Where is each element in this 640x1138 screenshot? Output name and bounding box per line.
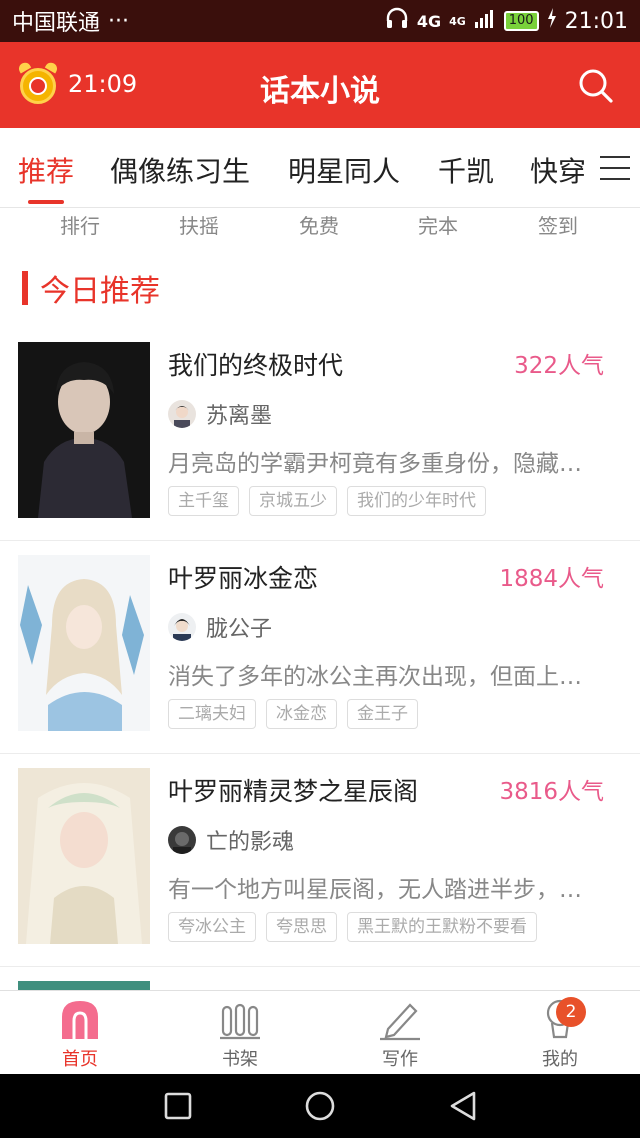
- recent-apps-icon[interactable]: [164, 1092, 192, 1124]
- back-icon[interactable]: [448, 1090, 478, 1126]
- menu-icon[interactable]: [600, 156, 630, 180]
- search-icon[interactable]: [578, 68, 614, 104]
- tab-recommend[interactable]: 推荐: [18, 150, 74, 190]
- nav-bookshelf-label: 书架: [222, 1049, 258, 1070]
- signal-icon: [474, 8, 496, 34]
- bookshelf-icon: [218, 997, 262, 1041]
- author-avatar: [168, 613, 196, 641]
- tab-time-travel[interactable]: 快穿: [530, 150, 586, 190]
- book-tags: 主千玺 京城五少 我们的少年时代: [168, 486, 486, 516]
- nav-home[interactable]: 首页: [40, 997, 120, 1071]
- profile-icon: 2: [538, 997, 586, 1041]
- section-header: 今日推荐: [22, 266, 160, 310]
- app-title: 话本小说: [260, 74, 380, 109]
- author-name: 苏离墨: [206, 404, 273, 429]
- network-label: 4G: [416, 11, 442, 31]
- book-popularity: 1884人气: [499, 566, 604, 592]
- battery-indicator: 100: [503, 11, 539, 31]
- charging-icon: [547, 8, 557, 34]
- author-avatar: [168, 826, 196, 854]
- book-title[interactable]: 我们的终极时代: [168, 346, 343, 382]
- author-avatar: [168, 400, 196, 428]
- app-header: 21:09 话本小说: [0, 42, 640, 128]
- carrier-label: 中国联通: [12, 11, 101, 36]
- book-popularity: 3816人气: [499, 779, 604, 805]
- book-tag[interactable]: 京城五少: [249, 486, 337, 516]
- book-author[interactable]: 苏离墨: [168, 398, 272, 430]
- author-name: 亡的影魂: [206, 830, 295, 855]
- book-cover[interactable]: [18, 768, 150, 944]
- headphone-icon: [385, 7, 409, 35]
- network-label-2: 4G: [449, 14, 466, 28]
- book-popularity: 322人气: [514, 353, 604, 379]
- active-tab-indicator: [28, 200, 64, 204]
- quick-nav: 排行 扶摇 免费 完本 签到: [0, 208, 640, 240]
- book-tag[interactable]: 冰金恋: [266, 699, 337, 729]
- book-item[interactable]: 我们的终极时代 322人气 苏离墨 月亮岛的学霸尹柯竟有多重身份，隐藏… 主千玺…: [0, 328, 640, 541]
- book-tag[interactable]: 夸冰公主: [168, 912, 256, 942]
- book-description: 有一个地方叫星辰阁，无人踏进半步，…: [168, 877, 582, 903]
- author-name: 胧公子: [206, 617, 273, 642]
- nav-bookshelf[interactable]: 书架: [200, 997, 280, 1071]
- book-author[interactable]: 亡的影魂: [168, 824, 294, 856]
- book-tag[interactable]: 我们的少年时代: [347, 486, 486, 516]
- section-marker: [22, 271, 28, 305]
- tab-idol-trainee[interactable]: 偶像练习生: [110, 150, 250, 190]
- system-nav-bar: [0, 1074, 640, 1138]
- book-title[interactable]: 叶罗丽精灵梦之星辰阁: [168, 772, 418, 808]
- book-tag[interactable]: 主千玺: [168, 486, 239, 516]
- tab-celebrity-fanfic[interactable]: 明星同人: [288, 150, 400, 190]
- book-description: 消失了多年的冰公主再次出现，但面上…: [168, 664, 582, 690]
- home-icon: [58, 997, 102, 1041]
- nav-write[interactable]: 写作: [360, 997, 440, 1071]
- quicknav-ranking[interactable]: 排行: [60, 210, 100, 239]
- pen-icon: [378, 997, 422, 1041]
- status-bar: 中国联通 ··· 4G 4G 100 21:01: [0, 0, 640, 42]
- book-description: 月亮岛的学霸尹柯竟有多重身份，隐藏…: [168, 451, 582, 477]
- nav-write-label: 写作: [382, 1049, 418, 1070]
- book-tag[interactable]: 黑王默的王默粉不要看: [347, 912, 537, 942]
- book-tags: 二璃夫妇 冰金恋 金王子: [168, 699, 418, 729]
- home-button-icon[interactable]: [304, 1090, 336, 1126]
- quicknav-fuyao[interactable]: 扶摇: [179, 210, 219, 239]
- book-author[interactable]: 胧公子: [168, 611, 272, 643]
- section-title: 今日推荐: [40, 274, 160, 309]
- status-time: 21:01: [564, 8, 628, 34]
- book-tag[interactable]: 夸思思: [266, 912, 337, 942]
- book-item[interactable]: 叶罗丽冰金恋 1884人气 胧公子 消失了多年的冰公主再次出现，但面上… 二璃夫…: [0, 541, 640, 754]
- book-cover[interactable]: [18, 342, 150, 518]
- book-item[interactable]: 叶罗丽精灵梦之星辰阁 3816人气 亡的影魂 有一个地方叫星辰阁，无人踏进半步，…: [0, 754, 640, 967]
- nav-profile[interactable]: 2 我的: [520, 997, 600, 1071]
- book-tags: 夸冰公主 夸思思 黑王默的王默粉不要看: [168, 912, 537, 942]
- category-tabs: 推荐 偶像练习生 明星同人 千凯 快穿: [0, 128, 640, 208]
- quicknav-completed[interactable]: 完本: [418, 210, 458, 239]
- nav-profile-label: 我的: [542, 1049, 578, 1070]
- book-tag[interactable]: 金王子: [347, 699, 418, 729]
- more-dots: ···: [108, 8, 129, 34]
- book-tag[interactable]: 二璃夫妇: [168, 699, 256, 729]
- quicknav-free[interactable]: 免费: [299, 210, 339, 239]
- nav-home-label: 首页: [62, 1049, 98, 1070]
- book-title[interactable]: 叶罗丽冰金恋: [168, 559, 318, 595]
- bottom-nav: 首页 书架 写作 2 我的: [0, 990, 640, 1074]
- quicknav-checkin[interactable]: 签到: [538, 210, 578, 239]
- notification-badge: 2: [556, 997, 586, 1027]
- tab-qiankai[interactable]: 千凯: [438, 150, 494, 190]
- book-cover[interactable]: [18, 555, 150, 731]
